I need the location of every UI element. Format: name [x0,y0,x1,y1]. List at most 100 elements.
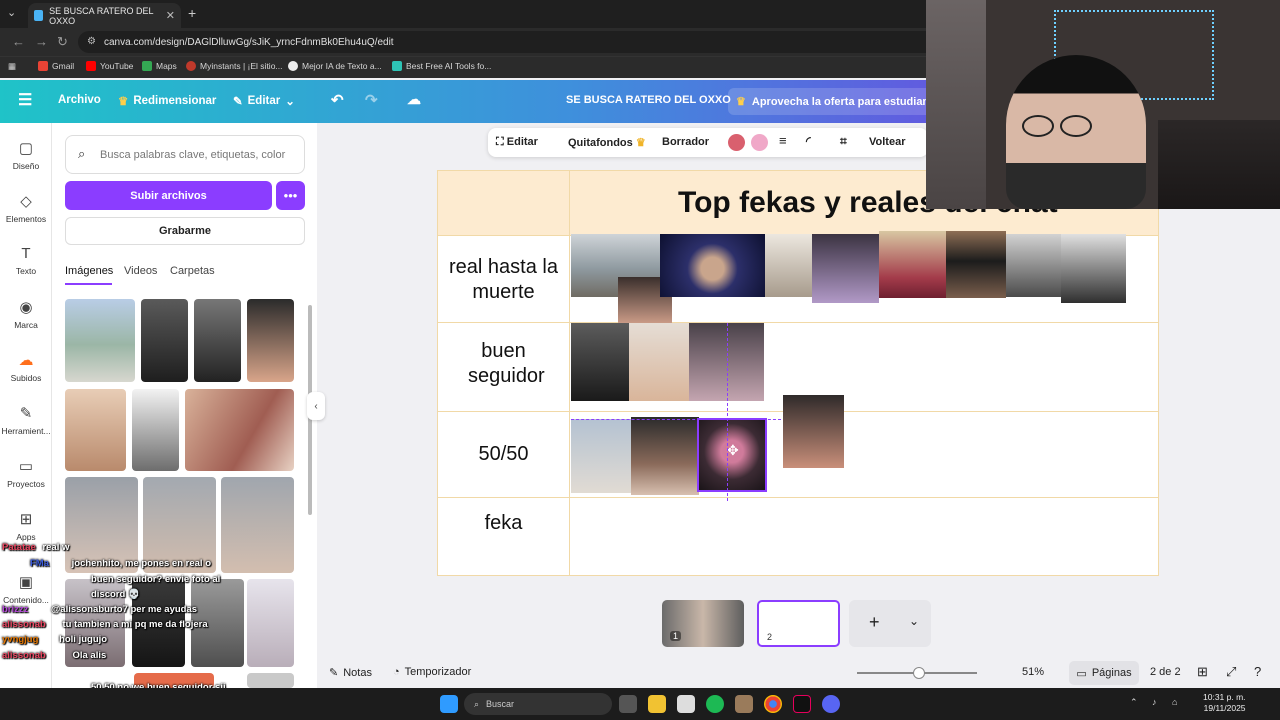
upload-thumbnail[interactable] [132,389,179,471]
forward-icon[interactable]: → [35,34,48,49]
redimensionar-button[interactable]: ♛ Redimensionar [118,94,216,108]
clock[interactable]: 10:31 p. m. 19/11/2025 [1203,692,1246,714]
zoom-level[interactable]: 51% [1022,666,1044,678]
tab-carpetas[interactable]: Carpetas [170,265,215,277]
student-offer-button[interactable]: ♛ Aprovecha la oferta para estudiantes [728,88,948,115]
menu-icon[interactable]: ☰ [18,90,32,110]
rail-texto[interactable]: T Texto [0,245,52,276]
url-field[interactable]: ⚙ canva.com/design/DAGlDlluwGg/sJiK_yrnc… [78,31,938,53]
new-tab-icon[interactable]: + [188,5,196,21]
photo[interactable] [1061,234,1126,303]
network-icon[interactable]: ⌂ [1172,697,1177,707]
move-handle-icon[interactable]: ✥ [727,442,739,459]
chrome-icon[interactable] [764,695,782,713]
site-info-icon[interactable]: ⚙ [87,36,96,47]
upload-thumbnail[interactable] [247,673,294,688]
photo[interactable] [946,231,1006,298]
upload-more-button[interactable]: ••• [276,181,305,210]
photo[interactable] [783,395,844,468]
corner-rounding-icon[interactable]: ◜ [806,134,811,148]
windows-start-icon[interactable] [440,695,458,713]
undo-icon[interactable]: ↶ [331,91,344,109]
reload-icon[interactable]: ↻ [57,34,68,50]
upload-thumbnail[interactable] [221,477,294,573]
color-swatch-pink[interactable] [751,134,768,151]
voltear-button[interactable]: Voltear [869,136,905,148]
file-explorer-icon[interactable] [648,695,666,713]
upload-thumbnail[interactable] [65,299,135,382]
chevron-down-icon[interactable]: ⌄ [909,614,919,628]
bookmark-mejor-ia[interactable]: Mejor IA de Texto a... [288,61,382,71]
game-icon[interactable] [735,695,753,713]
taskbar-search[interactable]: ⌕ Buscar [464,693,612,715]
search-input[interactable]: ⌕ Busca palabras clave, etiquetas, color [65,135,305,174]
design-page[interactable]: Top fekas y reales del chat real hasta l… [437,170,1159,576]
discord-icon[interactable] [822,695,840,713]
upload-thumbnail[interactable] [141,299,188,382]
rail-proyectos[interactable]: ▭ Proyectos [0,457,52,489]
browser-tab[interactable]: SE BUSCA RATERO DEL OXXO ✕ [28,3,181,28]
upload-files-button[interactable]: Subir archivos [65,181,272,210]
photo[interactable] [1006,234,1061,297]
row-label-50-50[interactable]: 50/50 [438,442,569,467]
tab-videos[interactable]: Videos [124,265,157,277]
photo[interactable] [812,234,879,303]
rail-diseno[interactable]: ▢ Diseño [0,139,52,171]
close-tab-icon[interactable]: ✕ [166,9,175,22]
border-style-icon[interactable]: ≡ [779,133,787,148]
spotify-icon[interactable] [706,695,724,713]
page-thumbnail-2[interactable]: 2 [757,600,840,647]
collapse-panel-button[interactable]: ‹ [307,392,325,420]
color-swatch-red[interactable] [728,134,745,151]
tray-chevron-icon[interactable]: ⌃ [1130,697,1138,708]
apps-grid-icon[interactable]: ▦ [8,61,16,72]
archivo-menu[interactable]: Archivo [58,94,101,106]
page-thumbnail-1[interactable]: 1 [662,600,744,647]
photo[interactable] [629,323,689,401]
mic-icon[interactable]: ♪ [1152,697,1157,707]
row-label-feka[interactable]: feka [438,511,569,536]
back-icon[interactable]: ← [12,34,25,49]
redo-icon[interactable]: ↷ [365,91,378,109]
upload-thumbnail[interactable] [247,299,294,382]
tiktok-icon[interactable] [793,695,811,713]
pages-button[interactable]: ▭ Páginas [1069,661,1139,685]
notes-button[interactable]: ✎ Notas [329,666,372,680]
tab-search-icon[interactable]: ⌄ [7,6,16,19]
upload-thumbnail[interactable] [65,389,126,471]
help-icon[interactable]: ? [1254,664,1261,679]
cloud-save-icon[interactable]: ☁ [407,91,421,108]
bookmark-gmail[interactable]: Gmail [38,61,74,71]
quitafondos-button[interactable]: Quitafondos ♛ [568,136,646,149]
edit-image-button[interactable]: ⛶ Editar [496,136,538,149]
photo[interactable] [660,234,765,297]
rail-elementos[interactable]: ◇ Elementos [0,192,52,224]
borrador-button[interactable]: Borrador [662,136,709,148]
rail-herramientas[interactable]: ✎ Herramient... [0,404,52,436]
photo[interactable] [765,234,812,297]
rail-subidos[interactable]: ☁ Subidos [0,351,52,383]
rail-contenido[interactable]: ▣ Contenido... [0,573,52,605]
bookmark-best-free-ai[interactable]: Best Free AI Tools fo... [392,61,491,71]
row-label-real[interactable]: real hasta la muerte [438,255,569,305]
store-icon[interactable] [677,695,695,713]
rail-apps[interactable]: ⊞ Apps [0,510,52,542]
zoom-slider-handle[interactable] [913,667,925,679]
photo[interactable] [571,419,631,493]
tab-imagenes[interactable]: Imágenes [65,265,113,277]
photo[interactable] [571,323,629,401]
crop-icon[interactable]: ⌗ [840,134,847,149]
record-button[interactable]: Grabarme [65,217,305,245]
task-view-icon[interactable] [619,695,637,713]
fullscreen-icon[interactable]: ⤢ [1226,664,1236,680]
document-title[interactable]: SE BUSCA RATERO DEL OXXO [566,94,731,106]
upload-thumbnail[interactable] [194,299,241,382]
grid-view-icon[interactable]: ⊞ [1197,664,1208,680]
bookmark-maps[interactable]: Maps [142,61,177,71]
row-label-buen-seguidor[interactable]: buen seguidor [438,339,569,389]
add-page-button[interactable]: + ⌄ [849,600,931,647]
upload-thumbnail[interactable] [185,389,294,471]
photo[interactable] [631,417,699,495]
photo[interactable] [879,231,946,298]
timer-button[interactable]: ◔ Temporizador [393,666,471,678]
